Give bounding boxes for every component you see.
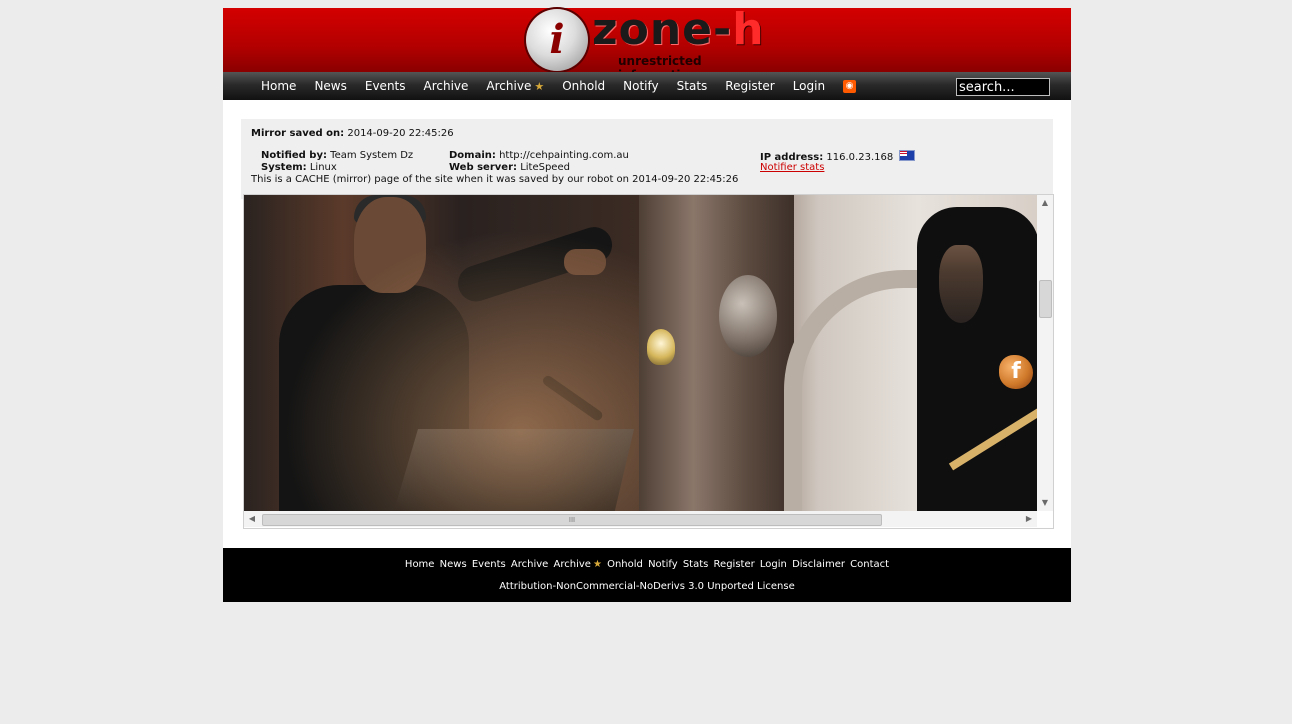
horizontal-scrollbar[interactable]: ◀ III ▶ [244,511,1037,527]
wall-clock [719,275,777,357]
vertical-scroll-thumb[interactable] [1039,280,1052,318]
nav-events[interactable]: Events [365,79,406,93]
nav-news[interactable]: News [314,79,346,93]
scroll-down-arrow-icon[interactable]: ▼ [1037,495,1053,511]
logo-word-main: zone- [592,4,733,55]
speaker-head [354,197,426,293]
mirror-saved-label: Mirror saved on: [251,128,345,139]
notified-by-line: Notified by: Team System Dz [261,150,413,161]
speaker-figure [279,285,469,511]
speaker-arm [453,222,617,307]
nav-onhold[interactable]: Onhold [562,79,605,93]
nav-archive[interactable]: Archive [424,79,469,93]
domain-line: Domain: http://cehpainting.com.au [449,150,629,161]
horizontal-scroll-thumb[interactable]: III [262,514,882,526]
header-banner: i zone-h unrestricted information [223,5,1071,82]
australia-flag-icon [899,150,916,161]
site-logo[interactable]: i zone-h unrestricted information [526,5,776,82]
zone-h-site: i zone-h unrestricted information Home N… [223,5,1071,602]
license-link[interactable]: Attribution-NonCommercial-NoDerivs 3.0 U… [223,581,1071,592]
vertical-scrollbar[interactable]: ▲ ▼ [1037,195,1053,511]
footer-link-login[interactable]: Login [760,559,787,570]
footer-link-news[interactable]: News [440,559,467,570]
domain-label: Domain: [449,150,496,161]
system-value: Linux [309,162,337,173]
domain-value: http://cehpainting.com.au [499,150,629,161]
mirror-saved-value: 2014-09-20 22:45:26 [347,128,454,139]
web-server-value: LiteSpeed [520,162,570,173]
footer-link-stats[interactable]: Stats [683,559,709,570]
logo-word-accent: h [732,4,765,55]
footer-link-onhold[interactable]: Onhold [607,559,643,570]
system-label: System: [261,162,307,173]
notifier-stats-link[interactable]: Notifier stats [760,162,824,173]
nav-notify[interactable]: Notify [623,79,658,93]
scroll-grip-icon: III [568,516,576,524]
footer-link-register[interactable]: Register [714,559,755,570]
footer-link-archive-special-label: Archive [553,559,591,570]
footer: Home News Events Archive Archive ★ Onhold… [223,548,1071,602]
scroll-right-arrow-icon[interactable]: ▶ [1021,511,1037,527]
notified-by-value: Team System Dz [330,150,414,161]
nav-home[interactable]: Home [261,79,296,93]
mirror-page-image: f [244,195,1037,511]
star-icon: ★ [592,559,602,570]
footer-link-events[interactable]: Events [472,559,506,570]
podium [394,429,634,511]
web-server-label: Web server: [449,162,517,173]
scroll-left-arrow-icon[interactable]: ◀ [244,511,260,527]
nav-items: Home News Events Archive Archive ★ Onhold… [261,72,857,100]
microphone [541,373,605,423]
globe-logo-icon: i [526,9,588,71]
search-input[interactable] [956,78,1050,96]
speaker-photo [244,195,639,511]
notified-by-label: Notified by: [261,150,327,161]
footer-links: Home News Events Archive Archive ★ Onhold… [223,559,1071,570]
mirror-iframe[interactable]: f ▲ ▼ ◀ III ▶ [243,194,1054,529]
nav-archive-special-label: Archive [486,79,532,93]
nav-register[interactable]: Register [725,79,774,93]
star-icon: ★ [534,80,545,93]
nav-login[interactable]: Login [793,79,825,93]
facebook-icon[interactable]: f [999,355,1033,389]
ip-address-value: 116.0.23.168 [826,152,894,163]
logo-wordmark: zone-h [592,5,765,55]
main-navigation: Home News Events Archive Archive ★ Onhold… [223,72,1071,100]
rss-icon[interactable]: ◉ [843,79,857,93]
footer-link-home[interactable]: Home [405,559,435,570]
web-server-line: Web server: LiteSpeed [449,162,570,173]
system-line: System: Linux [261,162,337,173]
footer-link-notify[interactable]: Notify [648,559,678,570]
footer-link-archive[interactable]: Archive [511,559,548,570]
notifier-stats-line: Notifier stats [760,162,824,173]
lamp [647,329,675,365]
mirror-saved-line: Mirror saved on: 2014-09-20 22:45:26 [251,128,454,139]
scroll-up-arrow-icon[interactable]: ▲ [1037,195,1053,211]
footer-link-archive-special[interactable]: Archive ★ [554,559,602,570]
preacher-face [939,245,983,323]
cache-note: This is a CACHE (mirror) page of the sit… [251,174,739,185]
footer-link-contact[interactable]: Contact [850,559,889,570]
speaker-hand [564,249,606,275]
mirror-info-panel: Mirror saved on: 2014-09-20 22:45:26 Not… [241,119,1053,199]
footer-link-disclaimer[interactable]: Disclaimer [792,559,845,570]
mosque-photo [639,195,1037,511]
nav-stats[interactable]: Stats [677,79,708,93]
logo-figure-icon: i [549,16,565,63]
nav-archive-special[interactable]: Archive ★ [486,79,544,93]
speaker-hair [354,195,426,223]
